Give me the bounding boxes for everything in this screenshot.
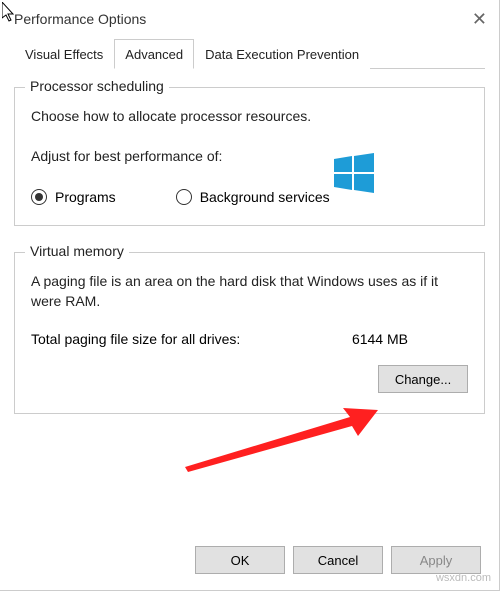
- tab-visual-effects[interactable]: Visual Effects: [14, 39, 114, 69]
- cancel-button[interactable]: Cancel: [293, 546, 383, 574]
- radio-background-services[interactable]: Background services: [176, 189, 330, 205]
- radio-icon: [176, 189, 192, 205]
- vm-total-value: 6144 MB: [352, 331, 408, 347]
- tab-row: Visual Effects Advanced Data Execution P…: [14, 38, 485, 69]
- windows-logo-icon: [334, 153, 374, 193]
- apply-button[interactable]: Apply: [391, 546, 481, 574]
- cursor-icon: [2, 2, 18, 24]
- titlebar: Performance Options ✕: [0, 0, 499, 38]
- virtual-memory-group: Virtual memory A paging file is an area …: [14, 252, 485, 415]
- adjust-label: Adjust for best performance of:: [31, 146, 468, 166]
- vm-total-label: Total paging file size for all drives:: [31, 331, 240, 347]
- vm-group-title: Virtual memory: [25, 243, 129, 259]
- radio-programs[interactable]: Programs: [31, 189, 116, 205]
- window-title: Performance Options: [14, 11, 146, 27]
- radio-bg-label: Background services: [200, 189, 330, 205]
- watermark: wsxdn.com: [436, 572, 491, 584]
- vm-desc: A paging file is an area on the hard dis…: [31, 271, 468, 312]
- dialog-buttons: OK Cancel Apply: [195, 546, 481, 574]
- processor-scheduling-group: Processor scheduling Choose how to alloc…: [14, 87, 485, 226]
- change-button[interactable]: Change...: [378, 365, 468, 393]
- tab-content: Processor scheduling Choose how to alloc…: [0, 69, 499, 414]
- close-icon[interactable]: ✕: [472, 9, 487, 30]
- radio-group: Programs Background services: [31, 189, 468, 205]
- tab-advanced[interactable]: Advanced: [114, 39, 194, 69]
- ok-button[interactable]: OK: [195, 546, 285, 574]
- processor-desc: Choose how to allocate processor resourc…: [31, 106, 468, 126]
- annotation-arrow-icon: [180, 402, 380, 472]
- processor-group-title: Processor scheduling: [25, 78, 169, 94]
- performance-options-window: Performance Options ✕ Visual Effects Adv…: [0, 0, 500, 591]
- radio-programs-label: Programs: [55, 189, 116, 205]
- radio-icon: [31, 189, 47, 205]
- tab-dep[interactable]: Data Execution Prevention: [194, 39, 370, 69]
- vm-info-row: Total paging file size for all drives: 6…: [31, 331, 468, 347]
